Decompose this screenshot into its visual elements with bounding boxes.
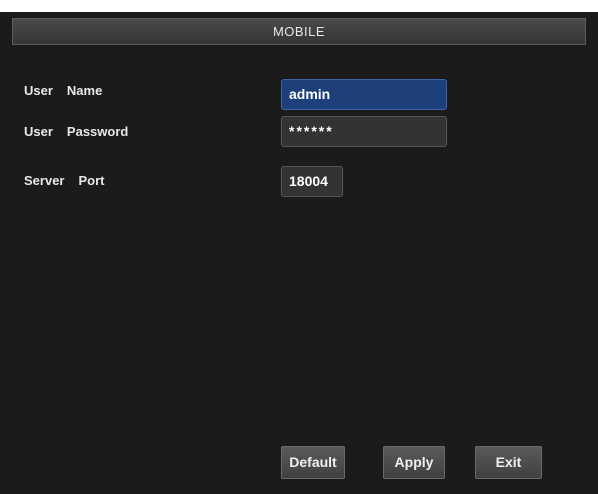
exit-button[interactable]: Exit (475, 446, 542, 479)
default-button[interactable]: Default (281, 446, 345, 479)
user-password-label-second: Password (66, 124, 129, 139)
server-port-label-second: Port (78, 173, 105, 188)
window-title: MOBILE (12, 18, 586, 45)
user-name-label-second: Name (66, 83, 103, 98)
user-password-label-first: User (24, 124, 53, 139)
user-name-label: User Name (24, 83, 102, 98)
top-strip (0, 0, 598, 12)
server-port-label: Server Port (24, 173, 104, 188)
server-port-field[interactable]: 18004 (281, 166, 343, 197)
user-name-field[interactable]: admin (281, 79, 447, 110)
user-name-label-first: User (24, 83, 53, 98)
server-port-label-first: Server (24, 173, 65, 188)
user-password-label: User Password (24, 124, 128, 139)
user-password-field[interactable]: ****** (281, 116, 447, 147)
apply-button[interactable]: Apply (383, 446, 445, 479)
